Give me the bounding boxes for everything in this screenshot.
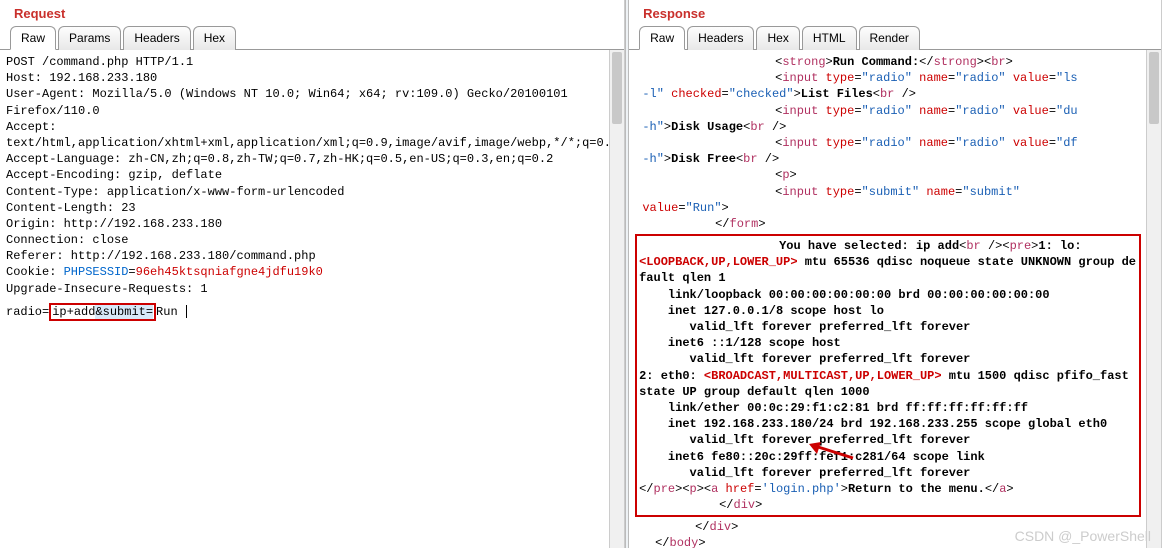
tab-headers[interactable]: Headers [687, 26, 754, 50]
resp-line: <LOOPBACK,UP,LOWER_UP> mtu 65536 qdisc n… [639, 254, 1137, 286]
resp-line: inet 192.168.233.180/24 brd 192.168.233.… [639, 416, 1137, 432]
req-line: Host: 192.168.233.180 [6, 70, 618, 86]
req-cookie-line: Cookie: PHPSESSID=96eh45ktsqniafgne4jdfu… [6, 264, 618, 280]
cookie-value: 96eh45ktsqniafgne4jdfu19k0 [136, 265, 323, 279]
request-body-line[interactable]: radio=ip+add&submit=Run [6, 303, 618, 321]
request-scrollbar[interactable] [609, 50, 624, 548]
req-line: Referer: http://192.168.233.180/command.… [6, 248, 618, 264]
req-line: User-Agent: Mozilla/5.0 (Windows NT 10.0… [6, 86, 618, 118]
payload-text: ip+add [52, 305, 95, 319]
tab-headers[interactable]: Headers [123, 26, 190, 50]
req-line: Accept-Language: zh-CN,zh;q=0.8,zh-TW;q=… [6, 151, 618, 167]
resp-line: <input type="radio" name="radio" value="… [635, 135, 1141, 167]
request-title: Request [0, 0, 624, 25]
request-raw-content[interactable]: POST /command.php HTTP/1.1 Host: 192.168… [0, 50, 624, 548]
resp-line: <input type="radio" name="radio" value="… [635, 70, 1141, 102]
resp-line: </div> [635, 519, 1141, 535]
req-line: Accept: text/html,application/xhtml+xml,… [6, 119, 618, 151]
amp-submit: &submit= [95, 305, 153, 319]
response-panel: Response Raw Headers Hex HTML Render <st… [629, 0, 1162, 548]
req-line: Origin: http://192.168.233.180 [6, 216, 618, 232]
response-tabs: Raw Headers Hex HTML Render [629, 25, 1161, 50]
req-line: Content-Type: application/x-www-form-url… [6, 184, 618, 200]
resp-line: </body> [635, 535, 1141, 548]
cookie-key: Cookie: [6, 265, 64, 279]
req-line: Upgrade-Insecure-Requests: 1 [6, 281, 618, 297]
req-line: Accept-Encoding: gzip, deflate [6, 167, 618, 183]
resp-line: inet6 ::1/128 scope host [639, 335, 1137, 351]
req-line: Connection: close [6, 232, 618, 248]
response-raw-content[interactable]: <strong>Run Command:</strong><br> <input… [629, 50, 1161, 548]
resp-line: You have selected: ip add<br /><pre>1: l… [639, 238, 1137, 254]
resp-line: inet 127.0.0.1/8 scope host lo [639, 303, 1137, 319]
resp-line: </pre><p><a href='login.php'>Return to t… [639, 481, 1137, 497]
req-line: POST /command.php HTTP/1.1 [6, 54, 618, 70]
tab-render[interactable]: Render [859, 26, 920, 50]
response-scrollbar[interactable] [1146, 50, 1161, 548]
tab-hex[interactable]: Hex [756, 26, 799, 50]
resp-line: valid_lft forever preferred_lft forever [639, 432, 1137, 448]
resp-line: link/ether 00:0c:29:f1:c2:81 brd ff:ff:f… [639, 400, 1137, 416]
resp-line: <strong>Run Command:</strong><br> [635, 54, 1141, 70]
resp-line: <input type="submit" name="submit" value… [635, 184, 1141, 216]
resp-line: valid_lft forever preferred_lft forever [639, 465, 1137, 481]
resp-line: </div> [639, 497, 1137, 513]
resp-line: valid_lft forever preferred_lft forever [639, 351, 1137, 367]
payload-highlight: ip+add&submit= [49, 303, 156, 321]
response-title: Response [629, 0, 1161, 25]
body-run: Run [156, 305, 178, 319]
tab-raw[interactable]: Raw [10, 26, 56, 50]
resp-line: </form> [635, 216, 1141, 232]
resp-line: inet6 fe80::20c:29ff:fef1:c281/64 scope … [639, 449, 1137, 465]
request-tabs: Raw Params Headers Hex [0, 25, 624, 50]
request-panel: Request Raw Params Headers Hex POST /com… [0, 0, 625, 548]
cookie-name: PHPSESSID [64, 265, 129, 279]
resp-line: 2: eth0: <BROADCAST,MULTICAST,UP,LOWER_U… [639, 368, 1137, 400]
resp-line: link/loopback 00:00:00:00:00:00 brd 00:0… [639, 287, 1137, 303]
response-output-highlight: You have selected: ip add<br /><pre>1: l… [635, 234, 1141, 517]
resp-line: <p> [635, 167, 1141, 183]
tab-params[interactable]: Params [58, 26, 121, 50]
radio-key: radio= [6, 305, 49, 319]
scrollbar-thumb[interactable] [1149, 52, 1159, 124]
tab-raw[interactable]: Raw [639, 26, 685, 50]
tab-hex[interactable]: Hex [193, 26, 236, 50]
req-line: Content-Length: 23 [6, 200, 618, 216]
tab-html[interactable]: HTML [802, 26, 857, 50]
scrollbar-thumb[interactable] [612, 52, 622, 124]
resp-line: valid_lft forever preferred_lft forever [639, 319, 1137, 335]
resp-line: <input type="radio" name="radio" value="… [635, 103, 1141, 135]
